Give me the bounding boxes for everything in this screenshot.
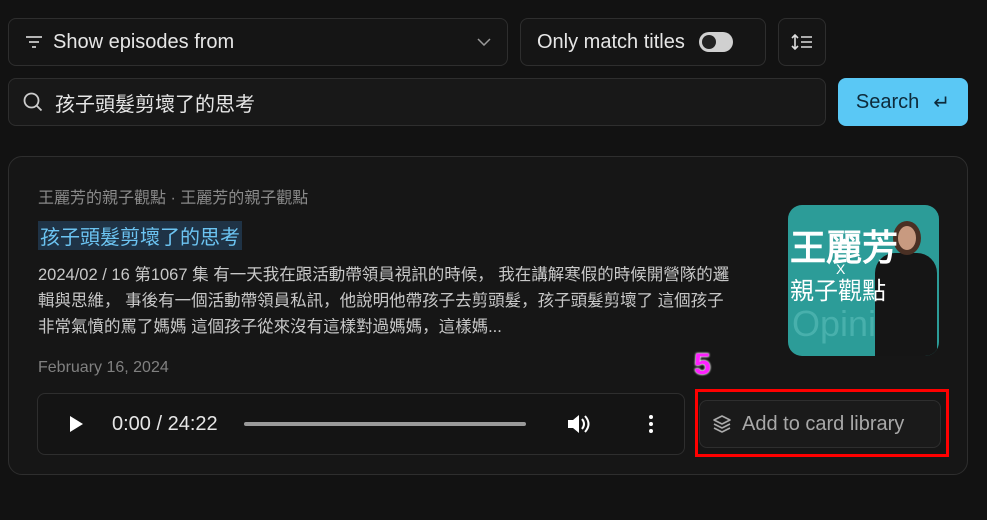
sort-icon <box>791 34 812 50</box>
search-field[interactable] <box>8 78 826 126</box>
episode-title[interactable]: 孩子頭髮剪壞了的思考 <box>38 221 242 250</box>
filter-icon <box>26 36 42 48</box>
progress-slider[interactable] <box>243 422 526 426</box>
volume-icon[interactable] <box>566 413 592 435</box>
sort-button[interactable] <box>778 18 826 66</box>
enter-icon: ↵ <box>933 91 951 114</box>
search-button[interactable]: Search ↵ <box>838 78 968 126</box>
toggle-label: Only match titles <box>537 30 685 53</box>
more-options-icon[interactable] <box>648 414 654 434</box>
annotation-number: 5 <box>694 348 711 381</box>
episode-description: 2024/02 / 16 第1067 集 有一天我在跟活動帶領員視訊的時候， 我… <box>38 266 730 336</box>
search-input[interactable] <box>55 90 755 114</box>
search-icon <box>23 92 43 112</box>
chevron-down-icon <box>477 38 491 46</box>
annotation-highlight-box <box>695 389 949 457</box>
player-time: 0:00 / 24:22 <box>112 412 218 435</box>
audio-player: 0:00 / 24:22 <box>37 393 685 455</box>
toggle-switch[interactable] <box>698 32 733 52</box>
play-icon[interactable] <box>68 415 84 433</box>
only-match-titles-toggle[interactable]: Only match titles <box>520 18 766 66</box>
show-episodes-from-select[interactable]: Show episodes from <box>8 18 508 66</box>
episode-podcast-meta: 王麗芳的親子觀點 · 王麗芳的親子觀點 <box>38 190 309 207</box>
episode-date: February 16, 2024 <box>38 359 169 376</box>
podcast-artwork: Opinion 王麗芳 X 親子觀點 <box>788 205 939 356</box>
select-label: Show episodes from <box>53 30 235 53</box>
search-button-label: Search <box>855 90 920 113</box>
